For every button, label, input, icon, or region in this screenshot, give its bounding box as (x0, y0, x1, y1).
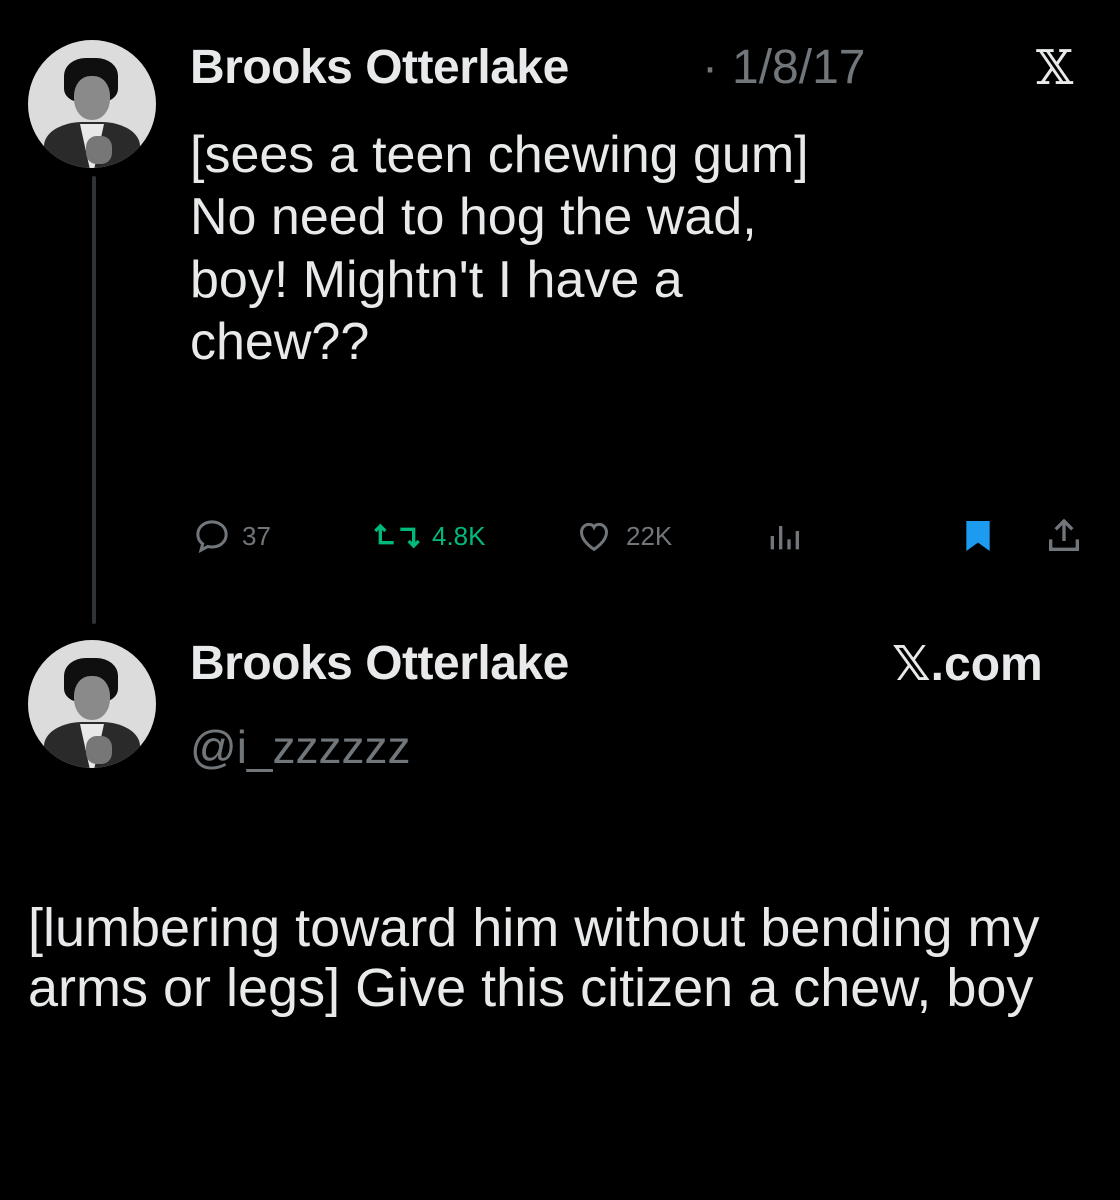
tweet-text: [sees a teen chewing gum] No need to hog… (190, 124, 809, 374)
tweet-text-line: chew?? (190, 313, 370, 372)
repost-icon (374, 523, 420, 549)
share-icon (1049, 518, 1079, 551)
bookmark-button[interactable] (958, 516, 998, 556)
avatar-face (74, 676, 110, 720)
avatar[interactable] (28, 40, 156, 168)
tweet-text: [lumbering toward him without bending my… (28, 898, 1040, 1019)
avatar-hand (86, 136, 112, 164)
author-name[interactable]: Brooks Otterlake (190, 40, 569, 95)
tweet-text-line: [sees a teen chewing gum] (190, 126, 809, 184)
avatar-face (74, 76, 110, 120)
repost-count: 4.8K (432, 520, 486, 551)
repost-button[interactable]: 4.8K (372, 516, 486, 556)
tweet-text-line: No need to hog the wad, (190, 188, 757, 247)
x-logo-icon: 𝕏 (1036, 40, 1074, 96)
author-handle[interactable]: @i_zzzzzz (190, 720, 411, 774)
thread-line (92, 176, 96, 624)
views-button[interactable] (762, 516, 806, 556)
reply-icon (196, 520, 228, 554)
tweet-date[interactable]: 1/8/17 (732, 40, 865, 95)
reply-button[interactable]: 37 (192, 516, 271, 556)
reply-count: 37 (242, 520, 271, 551)
heart-icon (579, 522, 609, 552)
avatar[interactable] (28, 640, 156, 768)
avatar-hand (86, 736, 112, 764)
like-count: 22K (626, 520, 673, 551)
separator-dot: · (702, 41, 718, 94)
x-com-label[interactable]: 𝕏.com (892, 636, 1043, 692)
like-button[interactable]: 22K (572, 516, 672, 556)
tweet-text-line: boy! Mightn't I have a (190, 250, 683, 309)
author-name[interactable]: Brooks Otterlake (190, 636, 569, 691)
bookmark-icon (966, 521, 990, 551)
share-button[interactable] (1044, 516, 1084, 556)
views-icon (770, 526, 799, 550)
